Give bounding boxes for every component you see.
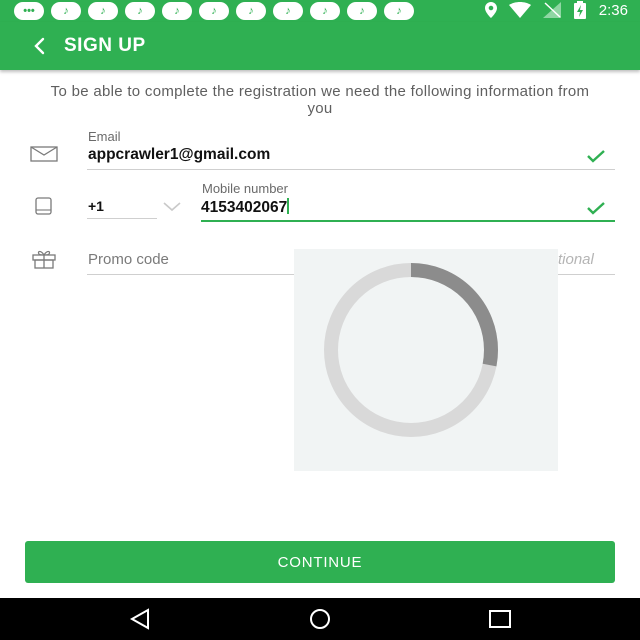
gift-icon [32,250,56,269]
phone-valid-check-icon [587,202,605,215]
music-notification-icon: ♪ [125,2,155,20]
music-notification-icon: ♪ [384,2,414,20]
phone-icon [35,197,52,215]
battery-charging-icon [573,1,586,19]
continue-button[interactable]: CONTINUE [25,541,615,583]
music-notification-icon: ♪ [347,2,377,20]
music-notification-icon: ♪ [88,2,118,20]
system-status: 2:36 [484,1,628,19]
text-cursor [287,198,290,214]
location-icon [484,2,497,18]
wifi-icon [508,2,531,18]
email-label: Email [88,129,121,144]
mobile-number-value: 4153402067 [201,199,288,216]
mobile-number-field[interactable]: 4153402067 [201,198,290,217]
back-nav-icon[interactable] [127,607,153,631]
app-bar: SIGN UP [0,22,640,70]
email-underline [87,169,615,170]
status-bar: ••• ♪ ♪ ♪ ♪ ♪ ♪ ♪ ♪ ♪ ♪ 2:36 [0,0,640,22]
music-notification-icon: ♪ [310,2,340,20]
back-arrow-icon[interactable] [28,34,52,58]
email-valid-check-icon [587,150,605,163]
mobile-number-label: Mobile number [202,181,288,196]
chevron-down-icon[interactable] [163,202,181,212]
clock: 2:36 [598,1,628,19]
country-code-select[interactable]: +1 [88,198,104,214]
home-nav-icon[interactable] [307,607,333,631]
promo-code-input[interactable]: Promo code [88,251,169,268]
page-title: SIGN UP [64,35,146,56]
no-signal-icon [542,2,561,18]
music-notification-icon: ♪ [199,2,229,20]
mobile-number-underline [201,220,615,222]
music-notification-icon: ♪ [236,2,266,20]
navigation-bar [0,598,640,640]
music-notification-icon: ♪ [162,2,192,20]
recents-nav-icon[interactable] [487,607,513,631]
notification-icons: ••• ♪ ♪ ♪ ♪ ♪ ♪ ♪ ♪ ♪ ♪ [14,2,414,20]
email-icon [30,146,58,162]
message-notification-icon: ••• [14,2,44,20]
music-notification-icon: ♪ [273,2,303,20]
optional-hint: tional [558,251,594,268]
loading-spinner [324,263,498,437]
loading-overlay [294,249,558,471]
music-notification-icon: ♪ [51,2,81,20]
country-code-underline [87,218,157,219]
intro-text: To be able to complete the registration … [50,83,590,117]
email-field[interactable]: appcrawler1@gmail.com [88,146,270,164]
